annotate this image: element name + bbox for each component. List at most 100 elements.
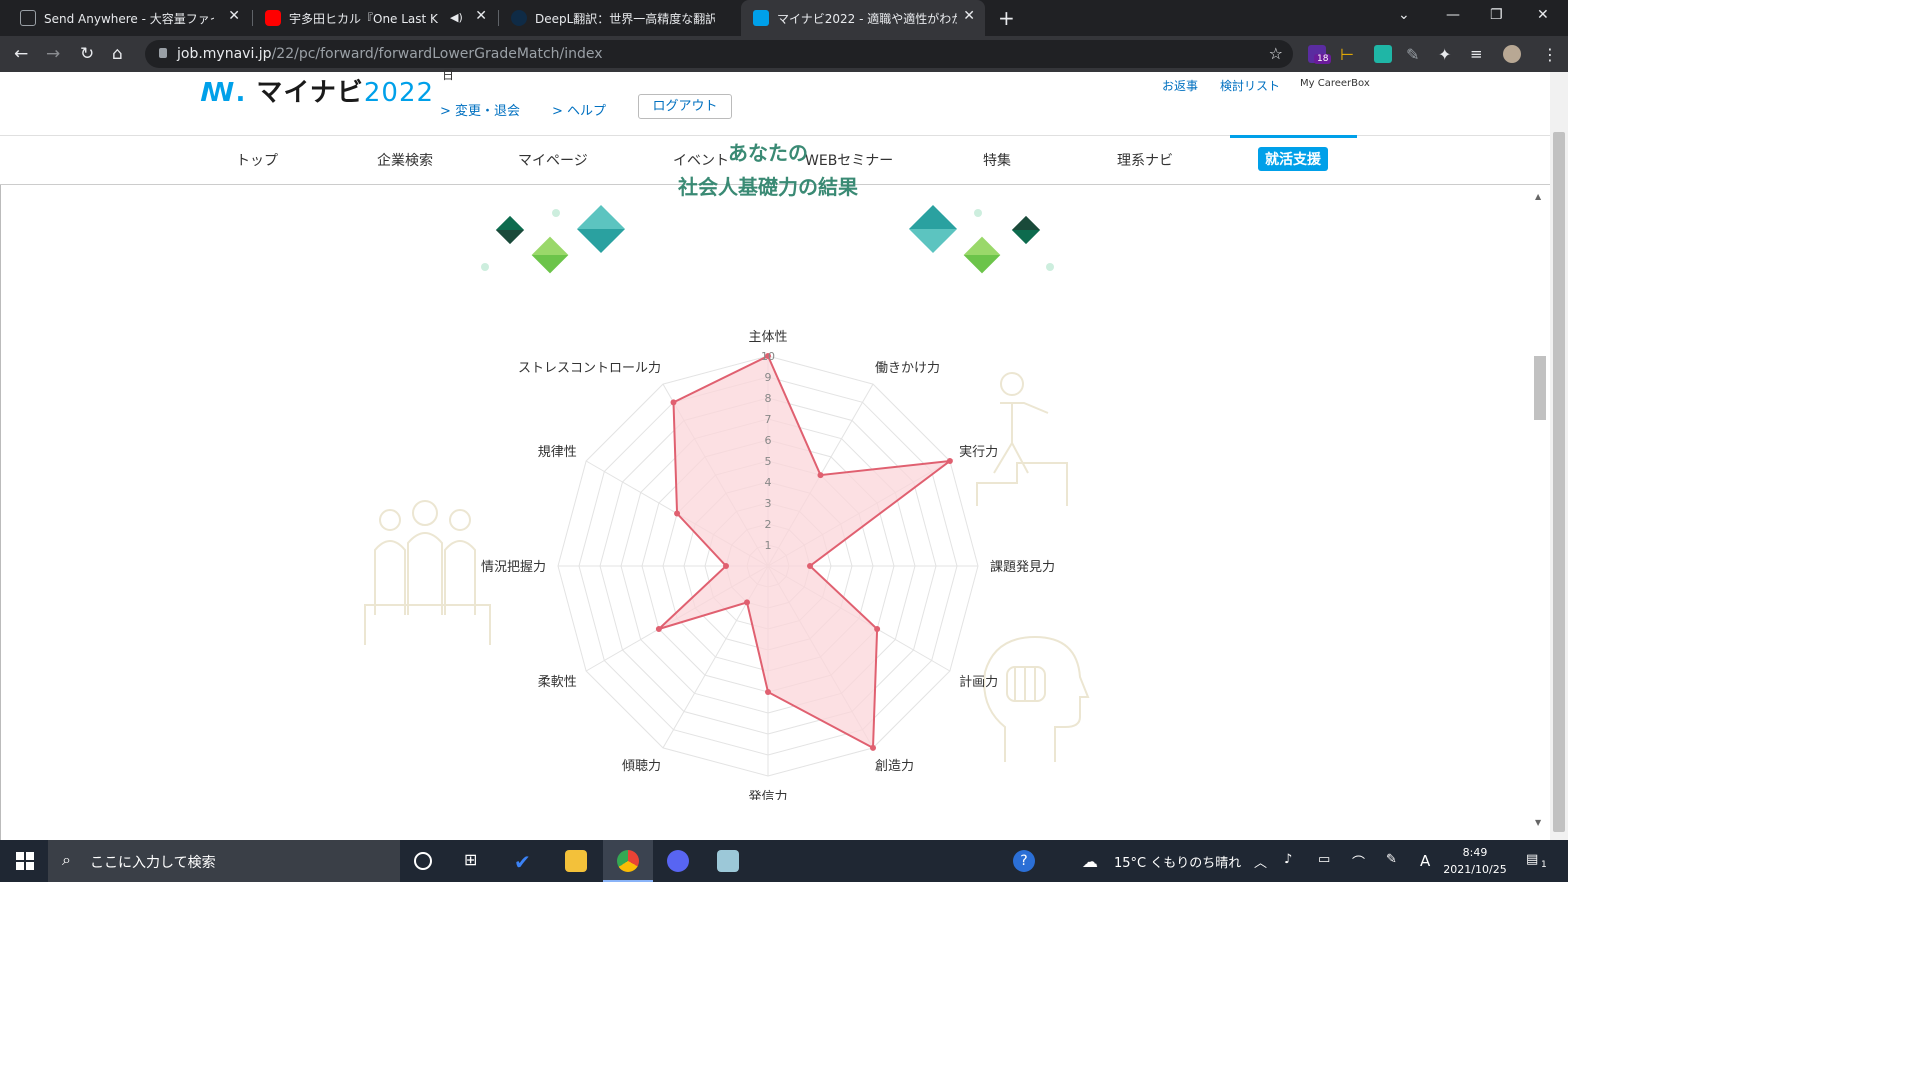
clock-time: 8:49: [1462, 846, 1488, 859]
cortana-icon[interactable]: [414, 852, 432, 870]
back-icon[interactable]: ←: [14, 44, 28, 64]
decor-dot: [481, 263, 489, 271]
profile-avatar[interactable]: [1503, 45, 1521, 63]
browser-toolbar: ← → ↻ ⌂ job.mynavi.jp/22/pc/forward/forw…: [0, 36, 1568, 72]
data-area: [658, 354, 954, 750]
nav-mypage[interactable]: マイページ: [518, 150, 588, 170]
consider-list-link[interactable]: 検討リスト: [1220, 77, 1280, 94]
scroll-down-icon[interactable]: ▼: [1535, 818, 1541, 827]
scale-tick-label: 3: [765, 497, 772, 510]
data-point: [670, 399, 677, 406]
close-tab-icon[interactable]: ✕: [475, 8, 487, 24]
minimize-icon[interactable]: —: [1446, 7, 1460, 23]
scale-tick-label: 7: [765, 413, 772, 426]
windows-start-icon[interactable]: [16, 852, 34, 870]
nav-top[interactable]: トップ: [236, 150, 278, 170]
axis-label: 創造力: [875, 759, 914, 774]
tab-mynavi[interactable]: マイナビ2022 - 適職や適性がわかる ✕: [741, 0, 985, 36]
close-tab-icon[interactable]: ✕: [963, 8, 975, 24]
nav-company-search[interactable]: 企業検索: [377, 150, 433, 170]
logout-button[interactable]: ログアウト: [638, 94, 732, 119]
file-explorer-icon[interactable]: [565, 850, 587, 872]
puzzle-icon[interactable]: ✦: [1438, 45, 1456, 64]
close-tab-icon[interactable]: ✕: [228, 8, 240, 24]
nav-job-support[interactable]: 就活支援: [1258, 147, 1328, 171]
search-placeholder: ここに入力して検索: [90, 855, 216, 871]
close-window-icon[interactable]: ✕: [1537, 7, 1549, 23]
data-point: [744, 599, 750, 606]
media-control-icon[interactable]: ≡: [1470, 45, 1488, 63]
scrollbar-thumb[interactable]: [1553, 132, 1565, 832]
extension-icon[interactable]: [1374, 45, 1392, 63]
axis-label: 柔軟性: [538, 674, 577, 690]
logo-mark-icon: ꟿ.: [200, 78, 247, 108]
tab-youtube[interactable]: 宇多田ヒカル『One Last Kiss』 ◀) ✕: [253, 0, 497, 36]
forward-icon[interactable]: →: [46, 44, 60, 64]
tab-label: Send Anywhere - 大容量ファイル転: [44, 12, 214, 26]
header-fragment: 日: [442, 68, 455, 82]
tab-search-icon[interactable]: ⌄: [1398, 7, 1410, 23]
nav-rikei[interactable]: 理系ナビ: [1117, 150, 1173, 170]
axis-label: 主体性: [748, 330, 787, 345]
reply-link[interactable]: お返事: [1162, 77, 1198, 94]
scrollbar-thumb[interactable]: [1534, 356, 1546, 420]
reload-icon[interactable]: ↻: [80, 44, 94, 64]
address-bar[interactable]: job.mynavi.jp/22/pc/forward/forwardLower…: [145, 40, 1293, 68]
data-point: [946, 458, 953, 464]
discord-icon[interactable]: [667, 850, 689, 872]
tab-deepl[interactable]: DeepL翻訳：世界一高精度な翻訳: [499, 0, 739, 36]
mynavi-logo[interactable]: ꟿ. マイナビ2022: [200, 72, 434, 109]
tab-send-anywhere[interactable]: Send Anywhere - 大容量ファイル転 ✕: [0, 0, 250, 36]
tray-chevron-icon[interactable]: ︿: [1254, 852, 1267, 871]
restore-icon[interactable]: ❐: [1490, 7, 1503, 23]
lock-icon: [159, 48, 167, 58]
battery-icon[interactable]: ▭: [1318, 852, 1330, 867]
taskbar-search[interactable]: ⌕ ここに入力して検索: [48, 840, 400, 882]
page-scrollbar[interactable]: [1550, 72, 1568, 840]
weather-text[interactable]: 15°C くもりのち晴れ: [1114, 852, 1241, 871]
scale-tick-label: 8: [765, 392, 772, 405]
network-icon[interactable]: ⌒: [1352, 852, 1365, 871]
axis-label: 計画力: [959, 674, 998, 690]
notification-icon[interactable]: ▤: [1526, 852, 1538, 867]
data-point: [655, 626, 662, 632]
tab-label: マイナビ2022 - 適職や適性がわかる: [777, 12, 957, 26]
data-point: [870, 744, 876, 751]
windows-taskbar: ⌕ ここに入力して検索 ⊞ ✔ ? ☁ 15°C くもりのち晴れ ︿ ♪ ▭ ⌒…: [0, 840, 1568, 882]
scale-tick-label: 10: [761, 350, 775, 363]
clock-date: 2021/10/25: [1443, 863, 1507, 876]
app-icon[interactable]: [717, 850, 739, 872]
chrome-icon[interactable]: [617, 850, 639, 872]
notification-count: 1: [1541, 860, 1547, 870]
new-tab-button[interactable]: +: [998, 6, 1015, 30]
nav-feature[interactable]: 特集: [983, 150, 1011, 170]
audio-playing-icon[interactable]: ◀): [450, 11, 463, 24]
ime-indicator[interactable]: A: [1420, 852, 1430, 870]
axis-label: 傾聴力: [622, 759, 661, 774]
axis-label: 規律性: [538, 445, 577, 460]
change-withdraw-link[interactable]: > 変更・退会: [440, 100, 520, 119]
data-point: [765, 689, 771, 695]
result-frame-scrollbar[interactable]: ▲ ▼: [1532, 186, 1548, 834]
system-clock[interactable]: 8:49 2021/10/25: [1440, 844, 1510, 878]
help-icon[interactable]: ?: [1013, 850, 1035, 872]
weather-cloud-icon[interactable]: ☁: [1082, 852, 1098, 871]
scale-tick-label: 9: [765, 371, 772, 384]
help-link[interactable]: > ヘルプ: [552, 100, 606, 119]
extension-icon[interactable]: ✎: [1406, 45, 1424, 64]
pen-icon[interactable]: ✎: [1386, 852, 1397, 867]
extension-icon[interactable]: ⊢: [1340, 45, 1358, 64]
todo-icon[interactable]: ✔: [514, 850, 536, 874]
bookmark-star-icon[interactable]: ☆: [1269, 44, 1283, 63]
scroll-up-icon[interactable]: ▲: [1535, 192, 1541, 201]
result-title: あなたの 社会人基礎力の結果: [640, 136, 896, 204]
mynavi-icon: [753, 10, 769, 26]
extension-badge: 18: [1314, 54, 1332, 64]
youtube-icon: [265, 10, 281, 26]
menu-kebab-icon[interactable]: ⋮: [1542, 45, 1560, 64]
task-view-icon[interactable]: ⊞: [464, 850, 486, 872]
mycareerbox-link[interactable]: My CareerBox: [1300, 78, 1370, 89]
volume-icon[interactable]: ♪: [1284, 852, 1292, 867]
home-icon[interactable]: ⌂: [112, 44, 123, 64]
axis-label: 課題発見力: [990, 559, 1055, 575]
